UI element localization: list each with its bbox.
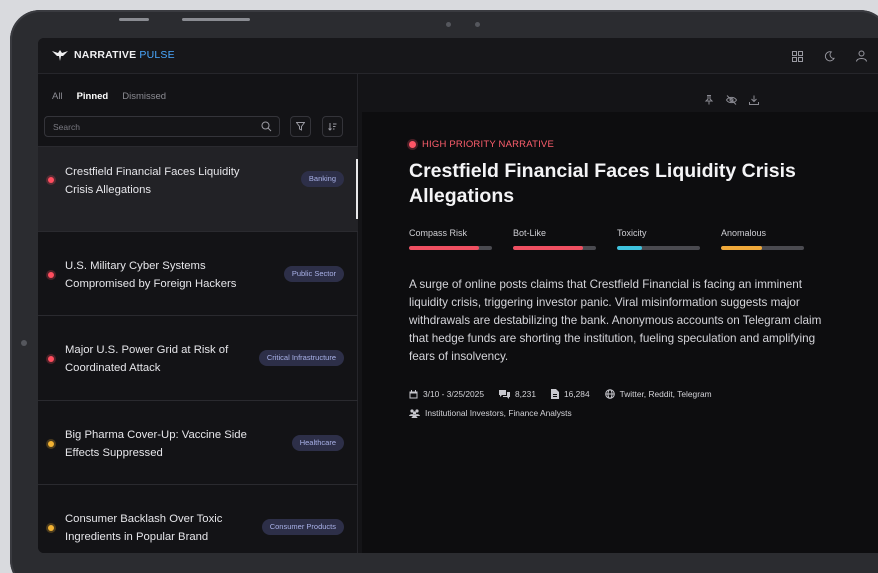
app-screen: NARRATIVE PULSE All Pinned Dismissed Sea… bbox=[38, 38, 878, 553]
power-button bbox=[182, 18, 250, 21]
sector-tag: Public Sector bbox=[283, 265, 344, 282]
metric-toxicity: Toxicity bbox=[617, 228, 700, 250]
audience-row: Institutional Investors, Finance Analyst… bbox=[409, 408, 572, 418]
filter-tabs: All Pinned Dismissed bbox=[52, 91, 166, 102]
narrative-item-title: Consumer Backlash Over Toxic Ingredients… bbox=[65, 513, 223, 543]
meta-row: 3/10 - 3/25/2025 8,231 16,284 Twitter, R… bbox=[409, 389, 712, 399]
metric-fill bbox=[513, 246, 583, 250]
narrative-item-military[interactable]: U.S. Military Cyber Systems Compromised … bbox=[38, 230, 358, 316]
tab-dismissed[interactable]: Dismissed bbox=[122, 91, 166, 102]
meta-documents: 16,284 bbox=[550, 389, 590, 399]
metric-bar bbox=[409, 246, 492, 250]
document-icon bbox=[550, 389, 559, 399]
download-icon[interactable] bbox=[749, 95, 759, 105]
tab-all[interactable]: All bbox=[52, 91, 63, 102]
search-icon bbox=[261, 121, 272, 132]
narrative-list: Crestfield Financial Faces Liquidity Cri… bbox=[38, 146, 358, 553]
pin-icon[interactable] bbox=[704, 95, 714, 105]
globe-icon bbox=[604, 389, 615, 399]
narrative-item-title: Big Pharma Cover-Up: Vaccine Side Effect… bbox=[65, 428, 247, 459]
eagle-icon bbox=[52, 49, 68, 61]
filter-button[interactable] bbox=[290, 116, 311, 137]
metric-fill bbox=[409, 246, 479, 250]
top-bar: NARRATIVE PULSE bbox=[38, 38, 878, 74]
narrative-item-consumer[interactable]: Consumer Backlash Over Toxic Ingredients… bbox=[38, 484, 358, 553]
search-placeholder: Search bbox=[53, 122, 80, 132]
metric-label: Bot-Like bbox=[513, 228, 547, 238]
moon-icon[interactable] bbox=[822, 49, 836, 63]
priority-label: HIGH PRIORITY NARRATIVE bbox=[409, 139, 554, 150]
metric-anomalous: Anomalous bbox=[721, 228, 804, 250]
sector-tag: Critical Infrastructure bbox=[258, 350, 344, 366]
narrative-detail-panel: HIGH PRIORITY NARRATIVE Crestfield Finan… bbox=[359, 74, 878, 553]
sensor-dot bbox=[475, 22, 480, 27]
priority-dot bbox=[48, 271, 54, 278]
meta-platforms: Twitter, Reddit, Telegram bbox=[604, 389, 712, 399]
metric-bar bbox=[617, 246, 700, 250]
metric-label: Compass Risk bbox=[409, 228, 468, 238]
camera-dot bbox=[446, 22, 451, 27]
tab-pinned[interactable]: Pinned bbox=[77, 91, 109, 102]
metric-label: Toxicity bbox=[617, 228, 647, 238]
documents-count: 16,284 bbox=[563, 389, 590, 399]
brand-name: NARRATIVE PULSE bbox=[74, 49, 175, 61]
audiences-text: Institutional Investors, Finance Analyst… bbox=[425, 408, 572, 418]
user-icon[interactable] bbox=[854, 49, 868, 63]
comments-icon bbox=[499, 389, 511, 399]
metrics-row: Compass Risk Bot-Like Toxicity Anomalous bbox=[409, 228, 804, 250]
narrative-item-title: Crestfield Financial Faces Liquidity Cri… bbox=[65, 166, 240, 196]
metric-bot-like: Bot-Like bbox=[513, 228, 596, 250]
search-input[interactable]: Search bbox=[44, 116, 280, 137]
platforms-text: Twitter, Reddit, Telegram bbox=[619, 389, 712, 399]
metric-fill bbox=[721, 246, 762, 250]
metric-label: Anomalous bbox=[721, 228, 767, 238]
priority-dot bbox=[409, 141, 416, 148]
priority-text: HIGH PRIORITY NARRATIVE bbox=[422, 139, 554, 150]
date-range-text: 3/10 - 3/25/2025 bbox=[423, 389, 485, 399]
sort-icon bbox=[328, 122, 337, 131]
narrative-item-title: U.S. Military Cyber Systems Compromised … bbox=[65, 259, 237, 290]
detail-card: HIGH PRIORITY NARRATIVE Crestfield Finan… bbox=[362, 112, 878, 553]
metric-bar bbox=[513, 246, 596, 250]
volume-button bbox=[119, 18, 149, 21]
metric-bar bbox=[721, 246, 804, 250]
people-icon bbox=[409, 408, 420, 418]
brand-name-text: NARRATIVE bbox=[74, 49, 137, 61]
priority-dot bbox=[48, 440, 54, 447]
sector-tag: Banking bbox=[300, 171, 344, 187]
meta-audiences: Institutional Investors, Finance Analyst… bbox=[409, 408, 572, 418]
priority-dot bbox=[48, 525, 54, 531]
metric-compass-risk: Compass Risk bbox=[409, 228, 492, 250]
sort-button[interactable] bbox=[322, 116, 343, 137]
brand-logo[interactable]: NARRATIVE PULSE bbox=[52, 49, 175, 61]
meta-date: 3/10 - 3/25/2025 bbox=[409, 389, 484, 399]
sector-tag: Consumer Products bbox=[261, 519, 344, 535]
grid-icon[interactable] bbox=[790, 49, 804, 63]
brand-accent-text: PULSE bbox=[139, 49, 175, 61]
filter-icon bbox=[296, 122, 305, 131]
narrative-item-title: Major U.S. Power Grid at Risk of Coordin… bbox=[65, 344, 229, 374]
priority-dot bbox=[48, 177, 54, 183]
meta-comments: 8,231 bbox=[499, 389, 536, 399]
sector-tag: Healthcare bbox=[291, 434, 344, 451]
calendar-icon bbox=[409, 389, 418, 399]
detail-title: Crestfield Financial Faces Liquidity Cri… bbox=[409, 160, 796, 207]
narrative-item-pharma[interactable]: Big Pharma Cover-Up: Vaccine Side Effect… bbox=[38, 399, 358, 485]
side-sensor bbox=[21, 340, 27, 346]
detail-description: A surge of online posts claims that Cres… bbox=[409, 278, 822, 363]
detail-action-bar bbox=[359, 74, 878, 110]
comments-count: 8,231 bbox=[515, 389, 536, 399]
narrative-list-panel: All Pinned Dismissed Search Crestfield F… bbox=[38, 74, 358, 553]
narrative-item-power-grid[interactable]: Major U.S. Power Grid at Risk of Coordin… bbox=[38, 315, 358, 400]
priority-dot bbox=[48, 356, 54, 362]
narrative-item-crestfield[interactable]: Crestfield Financial Faces Liquidity Cri… bbox=[38, 146, 358, 231]
hide-icon[interactable] bbox=[726, 95, 737, 105]
metric-fill bbox=[617, 246, 642, 250]
